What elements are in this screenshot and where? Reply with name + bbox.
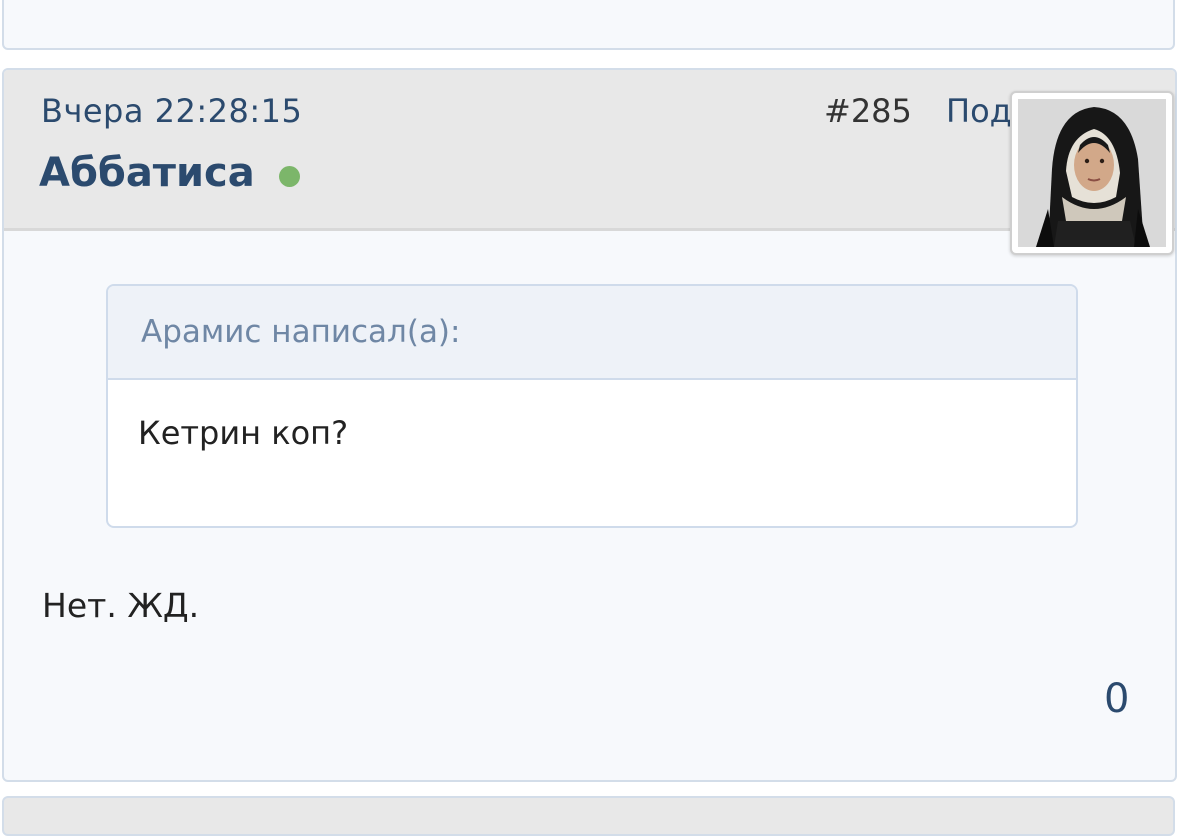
user-avatar-nun-icon [1018, 99, 1166, 247]
author-row: Аббатиса [39, 150, 300, 196]
post-date: Вчера 22:28:15 [41, 92, 303, 130]
post-text: Нет. ЖД. [42, 586, 200, 625]
subscribe-link[interactable]: Подписаться [946, 92, 1014, 130]
quote-header: Арамис написал(а): [108, 286, 1076, 380]
online-status-icon [278, 165, 300, 187]
reaction-count[interactable]: 0 [1104, 676, 1129, 722]
quote-author: Арамис написал(а): [141, 314, 461, 350]
quote-block: Арамис написал(а): Кетрин коп? [106, 284, 1078, 528]
avatar[interactable] [1010, 91, 1174, 255]
previous-post-card [2, 0, 1175, 50]
forum-post: Вчера 22:28:15 #285 Подписаться Аббатиса… [2, 68, 1177, 782]
post-header: Вчера 22:28:15 #285 Подписаться Аббатиса [4, 70, 1175, 231]
next-post-card [2, 796, 1175, 836]
post-number-link[interactable]: #285 [824, 92, 912, 130]
quote-text: Кетрин коп? [138, 414, 349, 452]
author-name[interactable]: Аббатиса [39, 150, 255, 196]
